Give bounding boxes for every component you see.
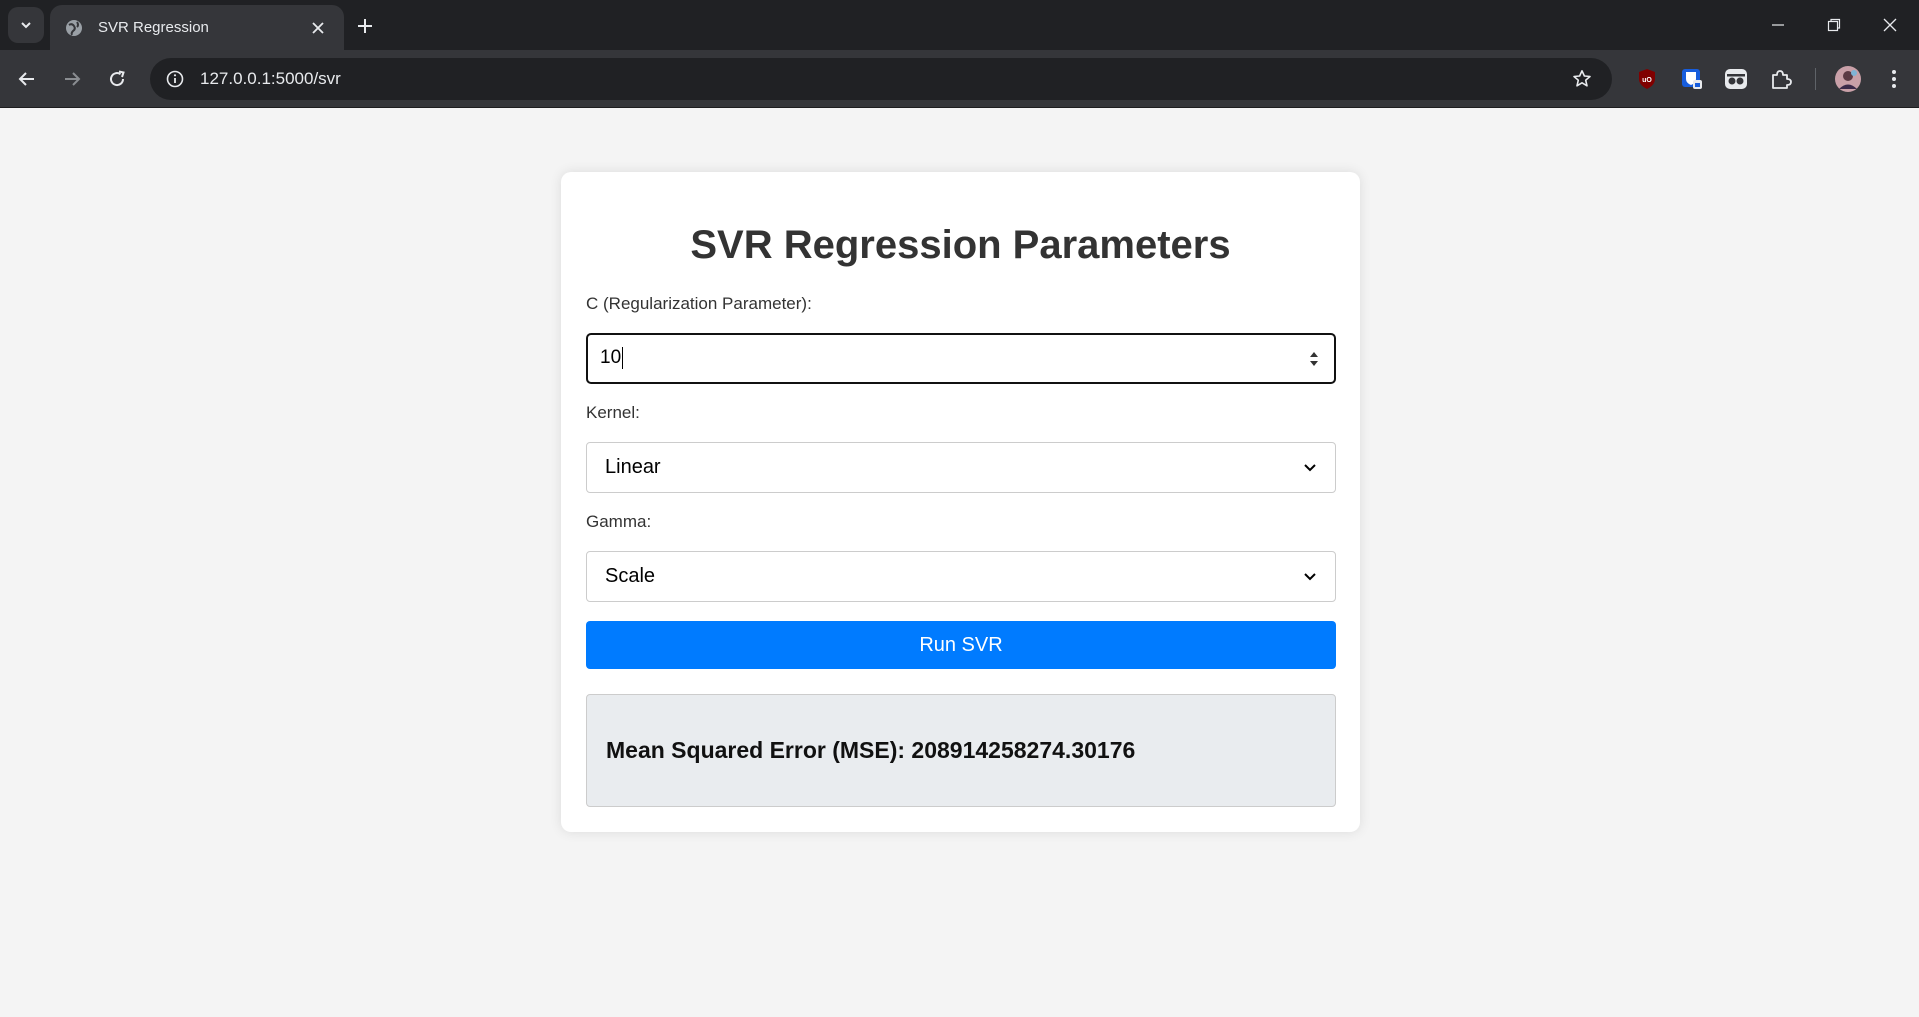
- c-parameter-value-wrap: 10: [600, 347, 1306, 370]
- kernel-select[interactable]: Linear: [586, 442, 1336, 493]
- gamma-label: Gamma:: [586, 512, 652, 531]
- window-close-button[interactable]: [1870, 10, 1910, 40]
- window-close-icon: [1883, 18, 1897, 32]
- bitwarden-icon[interactable]: [1677, 64, 1707, 94]
- puzzle-icon[interactable]: [1766, 64, 1796, 94]
- gamma-selected-value: Scale: [605, 565, 656, 587]
- page-title: SVR Regression Parameters: [690, 223, 1231, 267]
- chevron-down-icon: [1304, 572, 1316, 580]
- back-icon: [18, 72, 34, 86]
- tab-search-icon: [21, 22, 31, 29]
- kernel-selected-value: Linear: [605, 456, 661, 478]
- minimize-button[interactable]: [1758, 10, 1798, 40]
- forward-icon: [65, 72, 81, 86]
- globe-icon: [64, 18, 84, 38]
- tab-strip: SVR Regression: [0, 0, 1919, 50]
- kebab-menu-icon[interactable]: [1879, 64, 1909, 94]
- chevron-down-icon: [1304, 463, 1316, 471]
- reload-icon: [110, 70, 125, 87]
- reload-button[interactable]: [100, 62, 134, 96]
- c-parameter-input[interactable]: 10: [586, 333, 1336, 384]
- plus-icon: [358, 19, 372, 33]
- ublock-icon[interactable]: uO: [1632, 64, 1662, 94]
- browser-toolbar: 127.0.0.1:5000/svr uO: [0, 50, 1919, 108]
- mse-result-text: Mean Squared Error (MSE): 208914258274.3…: [606, 737, 1136, 763]
- svg-text:uO: uO: [1642, 77, 1652, 84]
- toolbar-divider: [1815, 68, 1816, 90]
- text-caret: [622, 347, 624, 370]
- gamma-select[interactable]: Scale: [586, 551, 1336, 602]
- restore-button[interactable]: [1814, 10, 1854, 40]
- tab-search-button[interactable]: [8, 7, 44, 43]
- close-icon[interactable]: [306, 16, 330, 40]
- svr-form-card: SVR Regression Parameters C (Regularizat…: [561, 172, 1360, 832]
- forward-button[interactable]: [55, 62, 89, 96]
- restore-icon: [1827, 18, 1841, 32]
- tab-title: SVR Regression: [98, 19, 209, 36]
- kernel-label: Kernel:: [586, 403, 640, 422]
- address-bar[interactable]: 127.0.0.1:5000/svr: [150, 58, 1612, 100]
- new-tab-button[interactable]: [350, 11, 380, 41]
- run-svr-button[interactable]: Run SVR: [586, 621, 1336, 669]
- minimize-icon: [1772, 24, 1784, 26]
- back-button[interactable]: [10, 62, 44, 96]
- result-box: Mean Squared Error (MSE): 208914258274.3…: [586, 694, 1336, 807]
- spinner-icon[interactable]: [1306, 346, 1322, 372]
- url-text[interactable]: 127.0.0.1:5000/svr: [200, 69, 1562, 89]
- c-parameter-value: 10: [600, 347, 622, 369]
- star-icon[interactable]: [1562, 59, 1602, 99]
- c-parameter-label: C (Regularization Parameter):: [586, 294, 812, 313]
- active-tab[interactable]: SVR Regression: [50, 5, 344, 50]
- info-icon[interactable]: [154, 58, 196, 100]
- incognito-glasses-icon[interactable]: [1721, 64, 1751, 94]
- avatar[interactable]: [1833, 64, 1863, 94]
